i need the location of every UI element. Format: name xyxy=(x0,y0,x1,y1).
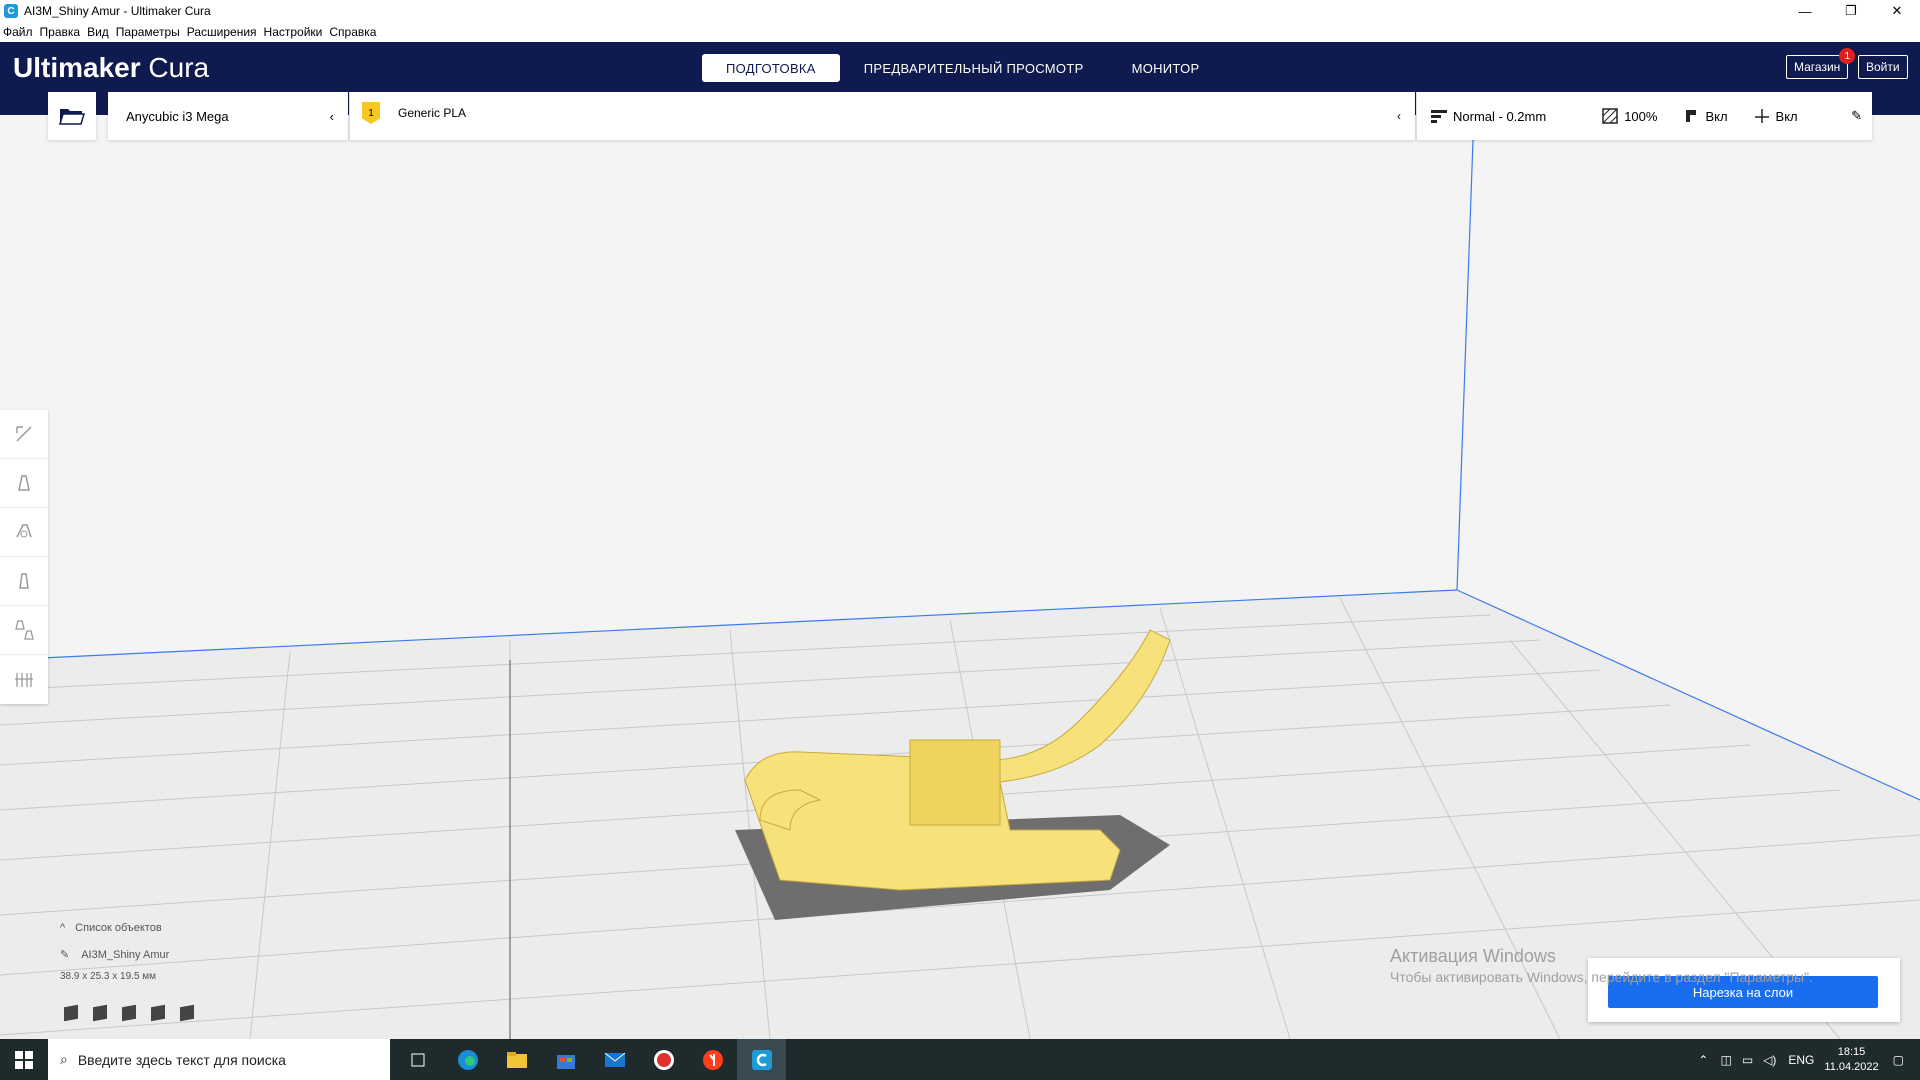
adhesion-icon xyxy=(1754,109,1769,123)
support-icon xyxy=(1686,110,1697,122)
material-selector[interactable]: 1 Generic PLA ‹ xyxy=(349,92,1415,140)
minimize-button[interactable]: — xyxy=(1782,0,1828,22)
window-titlebar: C AI3M_Shiny Amur - Ultimaker Cura — ❐ ✕ xyxy=(0,0,1920,22)
build-plate-viewport[interactable] xyxy=(0,115,1920,1039)
printer-name: Anycubic i3 Mega xyxy=(126,108,229,124)
camera-icon[interactable]: ◫ xyxy=(1720,1053,1731,1067)
edit-pencil-icon[interactable]: ✎ xyxy=(1851,108,1862,124)
adhesion-item: Вкл xyxy=(1754,108,1798,124)
tray-chevron-icon[interactable]: ⌃ xyxy=(1698,1053,1708,1067)
open-file-button[interactable] xyxy=(48,92,96,140)
tab-preview[interactable]: ПРЕДВАРИТЕЛЬНЫЙ ПРОСМОТР xyxy=(840,54,1108,82)
menu-view[interactable]: Вид xyxy=(87,25,109,39)
edge-icon[interactable] xyxy=(443,1039,492,1080)
system-tray: ⌃ ◫ ▭ ◁) ENG 18:15 11.04.2022 ▢ xyxy=(1698,1039,1920,1080)
rotate-tool-icon[interactable] xyxy=(0,508,48,557)
camera-view-buttons xyxy=(64,1004,209,1022)
pencil-icon: ✎ xyxy=(60,949,70,961)
object-list-header: Список объектов xyxy=(75,922,162,934)
yandex-icon[interactable] xyxy=(688,1039,737,1080)
language-indicator[interactable]: ENG xyxy=(1788,1053,1814,1067)
volume-icon[interactable]: ◁) xyxy=(1763,1053,1776,1067)
infill-value: 100% xyxy=(1624,108,1658,124)
object-name: AI3M_Shiny Amur xyxy=(81,948,170,961)
watermark-text: Чтобы активировать Windows, перейдите в … xyxy=(1390,969,1813,985)
yandex-browser-icon[interactable] xyxy=(639,1039,688,1080)
mail-icon[interactable] xyxy=(590,1039,639,1080)
taskbar: ⌕ Введите здесь текст для поиска ⌃ ◫ ▭ ◁… xyxy=(0,1039,1920,1080)
folder-icon xyxy=(59,109,85,125)
menu-settings[interactable]: Параметры xyxy=(116,25,180,39)
signin-button[interactable]: Войти xyxy=(1858,55,1908,79)
ultimaker-cura-logo: Ultimaker Cura xyxy=(13,52,210,83)
tab-prepare[interactable]: ПОДГОТОВКА xyxy=(702,54,840,82)
view-top-icon[interactable] xyxy=(122,1004,136,1022)
taskbar-search[interactable]: ⌕ Введите здесь текст для поиска xyxy=(48,1039,390,1080)
mirror-tool-icon[interactable] xyxy=(0,557,48,606)
object-dimensions: 38.9 x 25.3 x 19.5 мм xyxy=(60,971,157,982)
view-right-icon[interactable] xyxy=(180,1004,194,1022)
support-item: Вкл xyxy=(1683,108,1728,124)
chevron-left-icon: ‹ xyxy=(329,108,334,124)
menu-edit[interactable]: Правка xyxy=(40,25,81,39)
network-icon[interactable]: ▭ xyxy=(1742,1053,1753,1067)
window-title: AI3M_Shiny Amur - Ultimaker Cura xyxy=(24,4,211,18)
activation-watermark: Активация Windows Чтобы активировать Win… xyxy=(1390,946,1813,985)
profile-name: Normal - 0.2mm xyxy=(1453,108,1547,124)
material-name: Generic PLA xyxy=(398,106,467,120)
menu-file[interactable]: Файл xyxy=(3,25,33,39)
support-blocker-icon[interactable] xyxy=(0,655,48,704)
marketplace-button[interactable]: Магазин 1 xyxy=(1786,48,1856,79)
print-settings-selector[interactable]: Normal - 0.2mm 100% Вкл Вкл ✎ xyxy=(1416,92,1872,140)
stage-tabs: ПОДГОТОВКА ПРЕДВАРИТЕЛЬНЫЙ ПРОСМОТР МОНИ… xyxy=(702,54,1223,82)
cura-taskbar-icon[interactable] xyxy=(737,1039,786,1080)
task-view-icon[interactable] xyxy=(394,1039,443,1080)
menu-extensions[interactable]: Расширения xyxy=(187,25,257,39)
search-placeholder: Введите здесь текст для поиска xyxy=(77,1051,286,1068)
profile-item: Normal - 0.2mm xyxy=(1431,109,1546,124)
infill-item: 100% xyxy=(1602,108,1657,124)
infill-icon xyxy=(1602,108,1618,124)
adhesion-value: Вкл xyxy=(1775,108,1798,124)
marketplace-label: Магазин xyxy=(1794,60,1841,74)
move-tool-icon[interactable] xyxy=(0,410,48,459)
object-list: ^ Список объектов ✎ AI3M_Shiny Amur 38.9… xyxy=(60,922,169,982)
close-button[interactable]: ✕ xyxy=(1874,0,1920,22)
search-icon: ⌕ xyxy=(60,1051,68,1067)
extruder-icon: 1 xyxy=(362,102,380,124)
chevron-left-icon: ‹ xyxy=(1397,109,1401,123)
clock[interactable]: 18:15 11.04.2022 xyxy=(1824,1045,1878,1075)
per-model-settings-icon[interactable] xyxy=(0,606,48,655)
menu-help[interactable]: Справка xyxy=(329,25,376,39)
windows-start-icon[interactable] xyxy=(0,1039,48,1080)
menu-preferences[interactable]: Настройки xyxy=(264,25,323,39)
clock-date: 11.04.2022 xyxy=(1824,1060,1879,1073)
chevron-up-icon: ^ xyxy=(60,922,66,934)
scale-tool-icon[interactable] xyxy=(0,459,48,508)
restore-button[interactable]: ❐ xyxy=(1828,0,1874,22)
view-left-icon[interactable] xyxy=(151,1004,165,1022)
object-list-toggle[interactable]: ^ Список объектов xyxy=(60,922,169,934)
watermark-title: Активация Windows xyxy=(1390,946,1556,966)
clock-time: 18:15 xyxy=(1837,1045,1866,1058)
tab-monitor[interactable]: МОНИТОР xyxy=(1108,54,1224,82)
cura-app-icon: C xyxy=(4,4,18,18)
profile-icon xyxy=(1431,110,1447,123)
menu-bar: Файл Правка Вид Параметры Расширения Нас… xyxy=(0,22,1920,42)
view-3d-icon[interactable] xyxy=(64,1004,78,1022)
marketplace-badge: 1 xyxy=(1839,48,1856,64)
file-explorer-icon[interactable] xyxy=(492,1039,541,1080)
store-icon[interactable] xyxy=(541,1039,590,1080)
object-row[interactable]: ✎ AI3M_Shiny Amur xyxy=(60,948,170,962)
printer-selector[interactable]: Anycubic i3 Mega ‹ xyxy=(108,92,348,140)
support-value: Вкл xyxy=(1705,108,1728,124)
tool-panel xyxy=(0,410,48,704)
notifications-icon[interactable]: ▢ xyxy=(1893,1053,1904,1067)
view-front-icon[interactable] xyxy=(93,1004,107,1022)
